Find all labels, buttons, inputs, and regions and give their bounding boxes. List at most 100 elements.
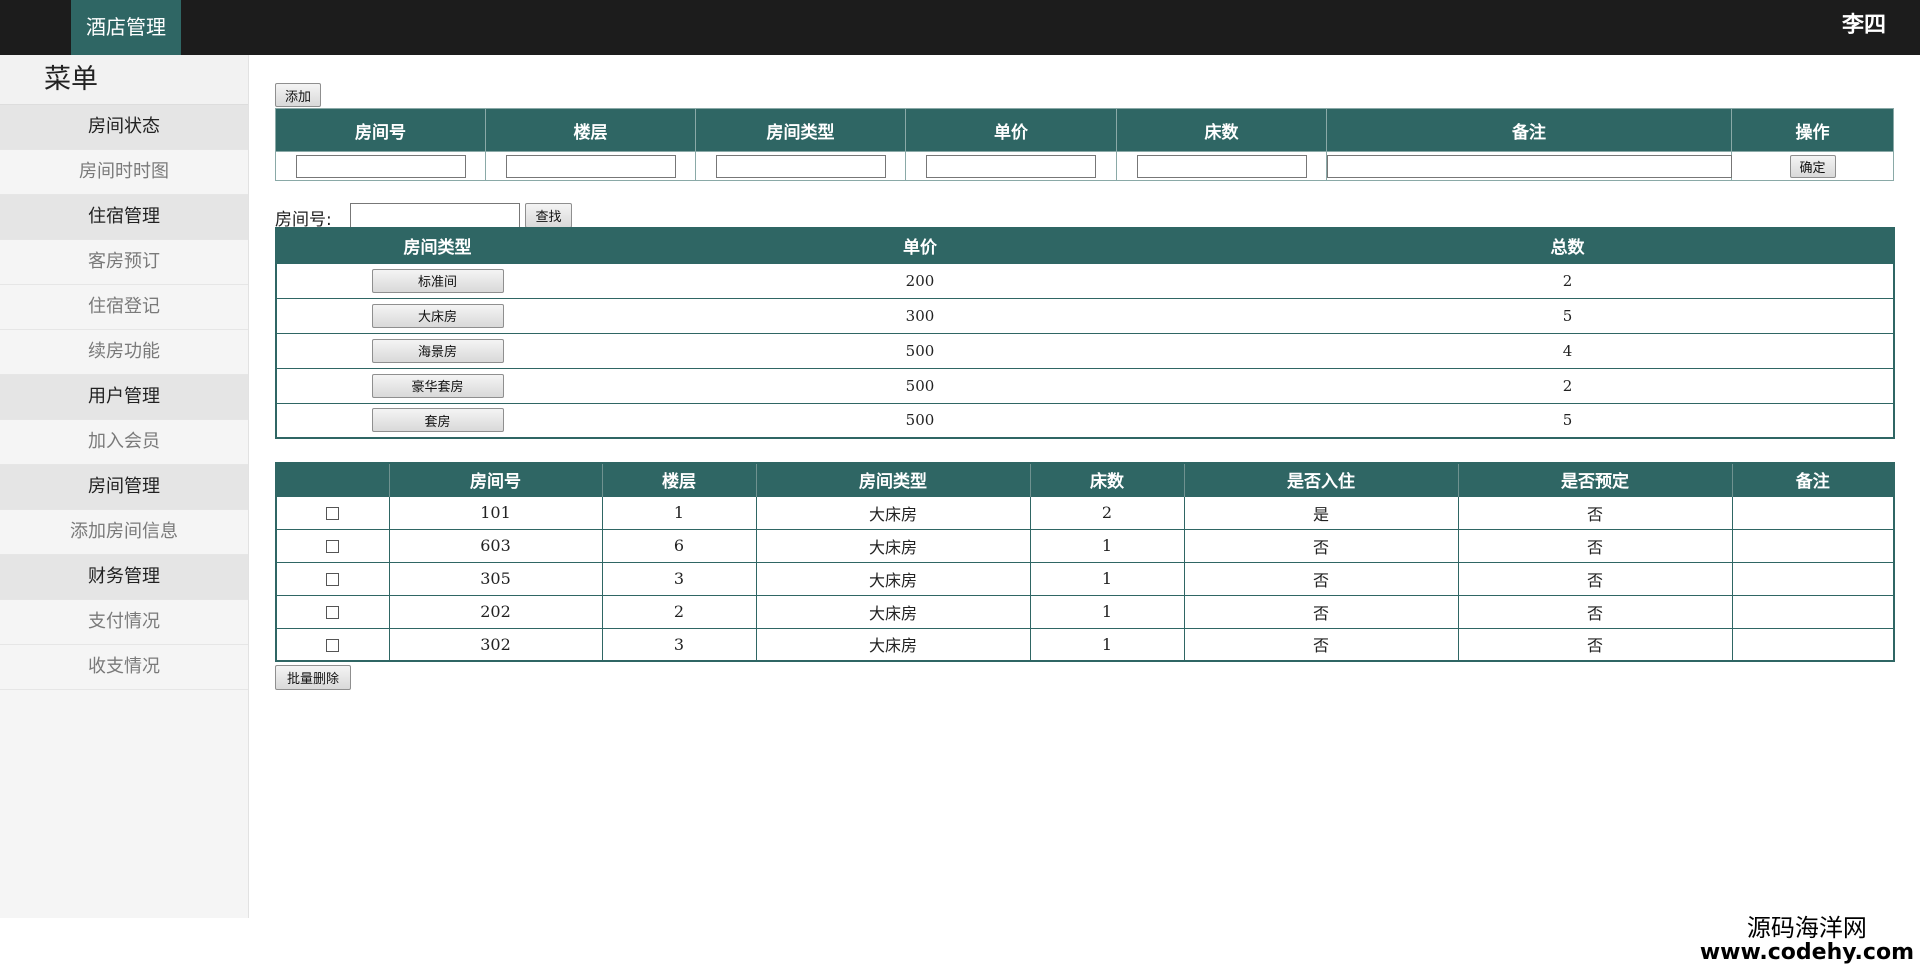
sidebar-item-income-expense[interactable]: 收支情况 — [0, 645, 248, 690]
select-column-header — [275, 463, 389, 496]
note-cell — [1731, 594, 1895, 629]
table-row: 305 3 大床房 1 否 否 — [275, 561, 1895, 596]
column-header: 楼层 — [485, 108, 696, 152]
price-cell: 200 — [598, 262, 1242, 298]
sidebar-group-room-management[interactable]: 房间管理 — [0, 465, 248, 510]
reserved-cell: 否 — [1457, 561, 1733, 596]
beds-cell: 1 — [1029, 528, 1185, 563]
row-checkbox[interactable] — [326, 606, 340, 619]
table-row: 101 1 大床房 2 是 否 — [275, 495, 1895, 530]
row-checkbox[interactable] — [326, 540, 340, 553]
table-row: 603 6 大床房 1 否 否 — [275, 528, 1895, 563]
column-header: 房间号 — [275, 108, 486, 152]
sidebar-group-room-status[interactable]: 房间状态 — [0, 105, 248, 150]
watermark-name: 源码海洋网 — [1746, 913, 1867, 942]
floor-cell: 3 — [601, 627, 757, 662]
row-checkbox[interactable] — [326, 638, 340, 652]
total-cell: 5 — [1242, 402, 1894, 438]
column-header: 备注 — [1731, 463, 1894, 496]
occupied-cell: 否 — [1183, 594, 1459, 629]
total-cell: 5 — [1242, 297, 1894, 333]
sidebar-item-check-in[interactable]: 住宿登记 — [0, 285, 248, 330]
floor-cell: 3 — [601, 561, 757, 596]
beds-cell: 1 — [1029, 594, 1185, 629]
table-header-row: 房间号 楼层 房间类型 床数 是否入住 是否预定 备注 — [275, 463, 1894, 496]
floor-cell: 1 — [601, 495, 757, 530]
table-row: 套房 500 5 — [276, 402, 1894, 438]
room-number-cell: 305 — [388, 561, 603, 596]
note-cell — [1731, 561, 1895, 596]
room-type-input[interactable] — [715, 154, 886, 178]
room-number-cell: 202 — [388, 594, 603, 629]
sidebar-item-join-member[interactable]: 加入会员 — [0, 420, 248, 465]
column-header: 床数 — [1116, 108, 1327, 152]
sidebar-group-finance[interactable]: 财务管理 — [0, 555, 248, 600]
reserved-cell: 否 — [1457, 495, 1733, 530]
note-cell — [1731, 495, 1895, 530]
reserved-cell: 否 — [1457, 594, 1733, 629]
room-number-cell: 101 — [388, 495, 603, 530]
column-header: 房间号 — [388, 463, 602, 496]
room-number-cell: 603 — [388, 528, 603, 563]
table-row: 豪华套房 500 2 — [276, 367, 1894, 403]
confirm-button[interactable]: 确定 — [1789, 154, 1836, 178]
room-type-cell: 大床房 — [755, 627, 1031, 662]
table-row: 海景房 500 4 — [276, 332, 1894, 368]
sidebar-item-add-room-info[interactable]: 添加房间信息 — [0, 510, 248, 555]
room-number-input[interactable] — [295, 154, 466, 178]
price-input[interactable] — [926, 154, 1096, 178]
column-header: 房间类型 — [695, 108, 906, 152]
column-header: 是否入住 — [1183, 463, 1458, 496]
current-user[interactable]: 李四 — [1842, 0, 1886, 55]
room-type-button[interactable]: 大床房 — [371, 303, 504, 328]
room-type-cell: 大床房 — [755, 561, 1031, 596]
table-header-row: 房间类型 单价 总数 — [276, 228, 1894, 263]
table-header-row: 房间号 楼层 房间类型 单价 床数 备注 操作 — [275, 108, 1894, 152]
sidebar-item-payments[interactable]: 支付情况 — [0, 600, 248, 645]
column-header: 总数 — [1242, 228, 1894, 263]
room-type-button[interactable]: 海景房 — [371, 338, 504, 363]
reserved-cell: 否 — [1457, 627, 1733, 662]
beds-cell: 1 — [1029, 627, 1185, 662]
sidebar: 菜单 房间状态 房间时时图 住宿管理 客房预订 住宿登记 续房功能 用户管理 加… — [0, 55, 249, 918]
column-header: 房间类型 — [755, 463, 1030, 496]
add-button[interactable]: 添加 — [275, 83, 321, 107]
price-cell: 500 — [598, 367, 1242, 403]
search-input[interactable] — [350, 203, 520, 228]
sidebar-group-stay-management[interactable]: 住宿管理 — [0, 195, 248, 240]
row-checkbox[interactable] — [326, 507, 340, 520]
total-cell: 4 — [1242, 332, 1894, 368]
room-type-button[interactable]: 套房 — [371, 408, 504, 433]
total-cell: 2 — [1242, 367, 1894, 403]
column-header: 是否预定 — [1457, 463, 1732, 496]
top-bar: 酒店管理 李四 — [0, 0, 1920, 55]
sidebar-group-user-management[interactable]: 用户管理 — [0, 375, 248, 420]
beds-cell: 2 — [1029, 495, 1185, 530]
floor-cell: 6 — [601, 528, 757, 563]
table-row: 标准间 200 2 — [276, 262, 1894, 298]
sidebar-item-room-booking[interactable]: 客房预订 — [0, 240, 248, 285]
floor-input[interactable] — [505, 154, 676, 178]
price-cell: 500 — [598, 332, 1242, 368]
add-form-row: 确定 — [275, 151, 1894, 181]
price-cell: 500 — [598, 402, 1242, 438]
search-button[interactable]: 查找 — [525, 203, 572, 228]
column-header: 备注 — [1326, 108, 1732, 152]
menu-title: 菜单 — [0, 55, 248, 105]
column-header: 楼层 — [601, 463, 756, 496]
room-type-button[interactable]: 豪华套房 — [371, 373, 504, 398]
column-header: 床数 — [1029, 463, 1184, 496]
note-input[interactable] — [1327, 154, 1732, 178]
beds-input[interactable] — [1136, 154, 1307, 178]
sidebar-item-room-realtime[interactable]: 房间时时图 — [0, 150, 248, 195]
room-type-cell: 大床房 — [755, 495, 1031, 530]
floor-cell: 2 — [601, 594, 757, 629]
room-type-button[interactable]: 标准间 — [371, 268, 504, 293]
brand-title[interactable]: 酒店管理 — [71, 0, 181, 55]
row-checkbox[interactable] — [326, 573, 340, 586]
batch-delete-button[interactable]: 批量删除 — [275, 665, 351, 690]
room-number-cell: 302 — [388, 627, 603, 662]
watermark: 源码海洋网 www.codehy.com — [1700, 913, 1914, 964]
sidebar-item-extend-stay[interactable]: 续房功能 — [0, 330, 248, 375]
room-type-cell: 大床房 — [755, 594, 1031, 629]
